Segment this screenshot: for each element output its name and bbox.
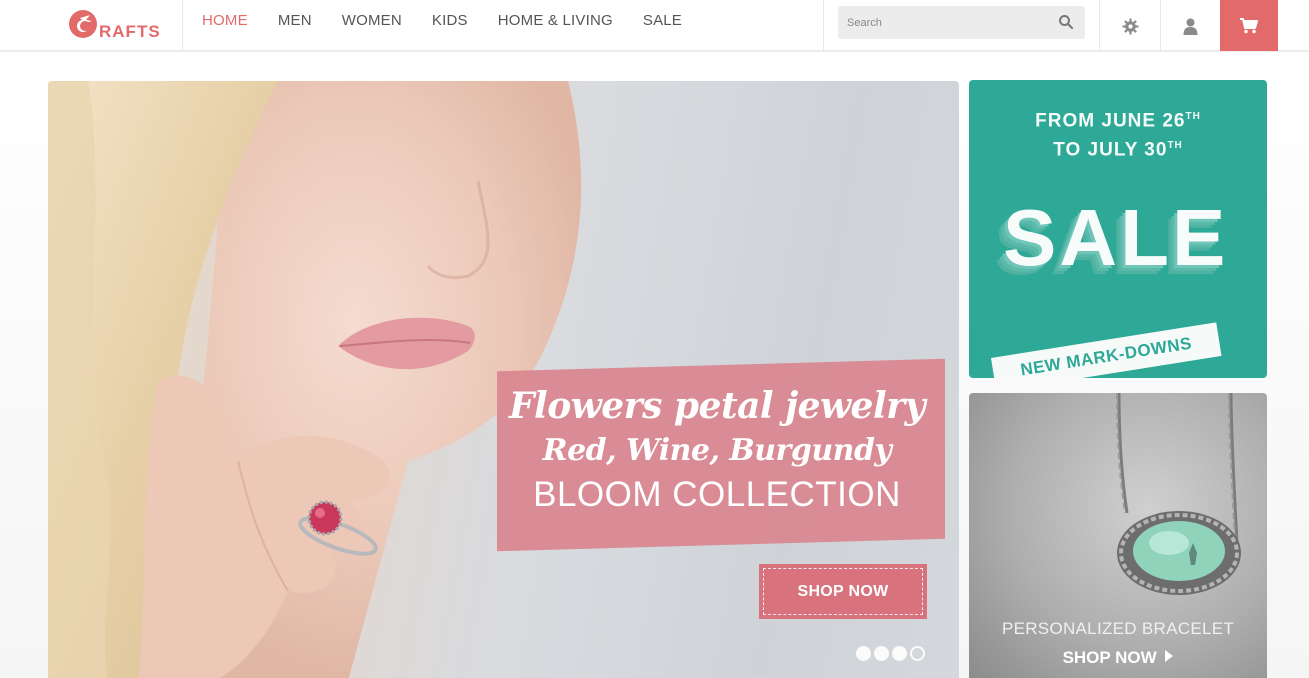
slider-dots <box>856 646 925 661</box>
header-divider <box>182 0 183 52</box>
sale-date-end: TO JULY 30 <box>1053 139 1168 161</box>
slider-dot[interactable] <box>892 646 907 661</box>
nav-sale[interactable]: SALE <box>643 0 682 52</box>
bracelet-shop-now-link[interactable]: SHOP NOW <box>969 648 1267 668</box>
gear-icon <box>1122 18 1138 34</box>
logo-text: RAFTS <box>99 22 161 41</box>
search-input[interactable] <box>838 6 1085 39</box>
search-icon[interactable] <box>1058 14 1074 30</box>
sale-headline: SALE <box>1003 193 1229 282</box>
header-divider <box>823 0 824 52</box>
hero-shop-now-label: SHOP NOW <box>763 568 923 615</box>
nav-home-living[interactable]: HOME & LIVING <box>498 0 613 52</box>
crafts-logo[interactable]: RAFTS <box>66 6 170 44</box>
sale-date-end-suffix: TH <box>1167 140 1183 152</box>
account-button[interactable] <box>1160 0 1220 52</box>
cart-icon <box>1240 17 1258 33</box>
bracelet-label: PERSONALIZED BRACELET <box>1001 619 1235 638</box>
hero-collection-name: BLOOM COLLECTION <box>533 475 901 514</box>
hero-headline: Flowers petal jewelry <box>508 385 926 427</box>
nav-kids[interactable]: KIDS <box>432 0 468 52</box>
slider-dot[interactable] <box>856 646 871 661</box>
nav-men[interactable]: MEN <box>278 0 312 52</box>
bracelet-promo-tile[interactable]: PERSONALIZED BRACELET SHOP NOW <box>969 393 1267 678</box>
sale-markdowns-strip: NEW MARK-DOWNS <box>991 322 1222 378</box>
main-nav: HOME MEN WOMEN KIDS HOME & LIVING SALE <box>202 0 712 52</box>
site-header: RAFTS HOME MEN WOMEN KIDS HOME & LIVING … <box>0 0 1309 52</box>
hero-subheadline: Red, Wine, Burgundy <box>542 433 892 468</box>
sale-dates: FROM JUNE 26TH TO JULY 30TH <box>969 104 1267 163</box>
sale-promo-tile[interactable]: FROM JUNE 26TH TO JULY 30TH SALE NEW MAR… <box>969 80 1267 378</box>
bracelet-shop-now-label: SHOP NOW <box>1062 648 1157 667</box>
sale-date-start-suffix: TH <box>1185 111 1201 122</box>
cart-button[interactable] <box>1220 0 1278 51</box>
hero-shop-now-button[interactable]: SHOP NOW <box>759 564 927 619</box>
hero-banner-text: Flowers petal jewelry Red, Wine, Burgund… <box>497 383 937 517</box>
slider-dot[interactable] <box>874 646 889 661</box>
settings-button[interactable] <box>1100 0 1160 52</box>
sale-date-start: FROM JUNE 26 <box>1035 110 1186 132</box>
triangle-right-icon <box>1165 650 1174 662</box>
nav-home[interactable]: HOME <box>202 0 248 52</box>
hero-slider[interactable]: Flowers petal jewelry Red, Wine, Burgund… <box>48 81 959 678</box>
slider-dot-active[interactable] <box>910 646 925 661</box>
user-icon <box>1183 18 1197 35</box>
nav-women[interactable]: WOMEN <box>342 0 402 52</box>
